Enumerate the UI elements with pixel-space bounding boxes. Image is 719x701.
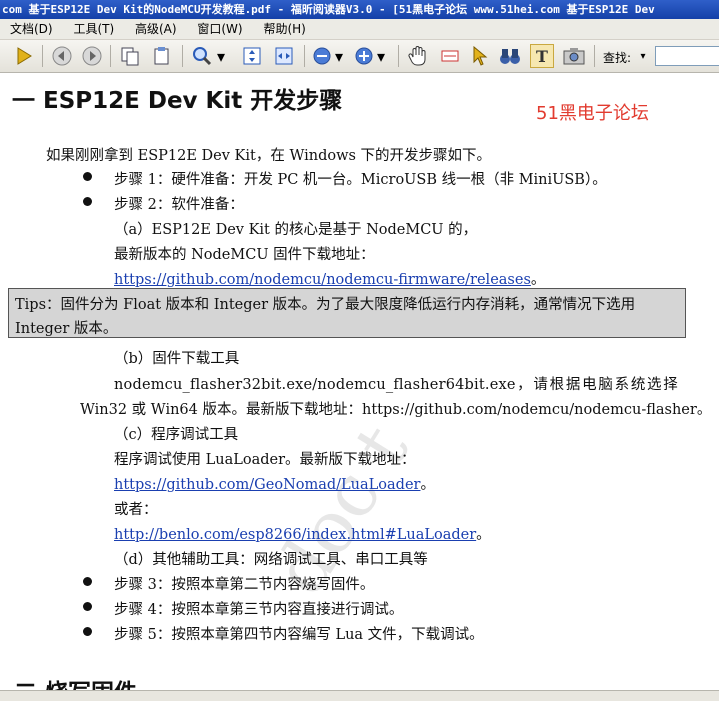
zoom-in-tool-icon[interactable] [190, 44, 214, 68]
benlo-link-suffix: 。 [476, 527, 491, 543]
text-select-icon[interactable]: T [530, 44, 554, 68]
bullet-step2 [83, 197, 92, 206]
firmware-link[interactable]: https://github.com/nodemcu/nodemcu-firmw… [114, 272, 531, 288]
firmware-link-line: https://github.com/nodemcu/nodemcu-firmw… [114, 268, 545, 289]
step3-text: 步骤 3：按照本章第二节内容烧写固件。 [114, 577, 375, 593]
bullet-step5 [83, 627, 92, 636]
tips-box: Tips：固件分为 Float 版本和 Integer 版本。为了最大限度降低运… [8, 288, 686, 338]
toolbar: ▾ ▾ ▾ T 查找: ▾ [0, 40, 719, 73]
menu-window[interactable]: 窗口(W) [187, 19, 249, 39]
c-text2: 程序调试使用 LuaLoader。最新版下载地址： [114, 452, 416, 468]
status-bar [0, 690, 719, 701]
d-text: （d）其他辅助工具：网络调试工具、串口工具等 [114, 552, 428, 568]
benlo-link-line: http://benlo.com/esp8266/index.html#LuaL… [114, 523, 491, 544]
step4-text: 步骤 4：按照本章第三节内容直接进行调试。 [114, 602, 404, 618]
bullet-step1 [83, 172, 92, 181]
zoom-dropdown-icon[interactable]: ▾ [214, 44, 228, 68]
step2-text: 步骤 2：软件准备： [114, 197, 244, 213]
snapshot-icon[interactable] [562, 44, 586, 68]
copy-page-icon[interactable] [118, 44, 142, 68]
or-text: 或者： [114, 502, 158, 518]
zoom-out-dropdown-icon[interactable]: ▾ [332, 44, 346, 68]
menu-document[interactable]: 文档(D) [0, 19, 60, 39]
zoom-out-icon[interactable] [310, 44, 334, 68]
firmware-link-suffix: 。 [530, 272, 546, 288]
menu-advanced[interactable]: 高级(A) [125, 19, 184, 39]
zoom-in-icon[interactable] [352, 44, 376, 68]
step1-text: 步骤 1：硬件准备：开发 PC 机一台。MicroUSB 线一根（非 MiniU… [114, 172, 607, 188]
hand-tool-icon[interactable] [406, 44, 430, 68]
lualoader-link-line: https://github.com/GeoNomad/LuaLoader。 [114, 473, 435, 494]
menu-help[interactable]: 帮助(H) [253, 19, 312, 39]
fit-width-icon[interactable] [272, 44, 296, 68]
lualoader-link-suffix: 。 [420, 477, 435, 493]
bullet-step4 [83, 602, 92, 611]
next-page-icon[interactable] [80, 44, 104, 68]
binoculars-icon[interactable] [498, 44, 522, 68]
a-text: （a）ESP12E Dev Kit 的核心是基于 NodeMCU 的， [114, 222, 478, 238]
a-text2: 最新版本的 NodeMCU 固件下载地址： [114, 247, 375, 263]
b-text2: nodemcu_flasher32bit.exe/nodemcu_flasher… [114, 377, 678, 393]
benlo-link[interactable]: http://benlo.com/esp8266/index.html#LuaL… [114, 527, 476, 543]
document-page: doc t 一 ESP12E Dev Kit 开发步骤 51黑电子论坛 如果刚刚… [0, 73, 719, 700]
menu-bar: 文档(D) 工具(T) 高级(A) 窗口(W) 帮助(H) [0, 19, 719, 40]
window-title: com 基于ESP12E Dev Kit的NodeMCU开发教程.pdf - 福… [0, 0, 719, 19]
lualoader-link[interactable]: https://github.com/GeoNomad/LuaLoader [114, 477, 420, 493]
b-text3: Win32 或 Win64 版本。最新版下载地址：https://github.… [80, 402, 712, 418]
b-text: （b）固件下载工具 [114, 351, 240, 367]
menu-tools[interactable]: 工具(T) [63, 19, 121, 39]
paste-page-icon[interactable] [150, 44, 174, 68]
find-input[interactable] [655, 46, 719, 66]
forum-watermark: 51黑电子论坛 [536, 103, 649, 124]
zoom-in-dropdown-icon[interactable]: ▾ [374, 44, 388, 68]
c-text: （c）程序调试工具 [114, 427, 239, 443]
previous-page-icon[interactable] [50, 44, 74, 68]
section-heading: 一 ESP12E Dev Kit 开发步骤 [12, 88, 343, 114]
find-label: 查找: [603, 51, 632, 65]
fit-page-icon[interactable] [240, 44, 264, 68]
step5-text: 步骤 5：按照本章第四节内容编写 Lua 文件，下载调试。 [114, 627, 484, 643]
find-options-dropdown-icon[interactable]: ▾ [637, 44, 649, 68]
intro-text: 如果刚刚拿到 ESP12E Dev Kit，在 Windows 下的开发步骤如下… [46, 148, 492, 164]
annotate-tool-icon[interactable] [438, 44, 462, 68]
select-arrow-icon[interactable] [468, 44, 492, 68]
bullet-step3 [83, 577, 92, 586]
play-icon[interactable] [12, 44, 36, 68]
